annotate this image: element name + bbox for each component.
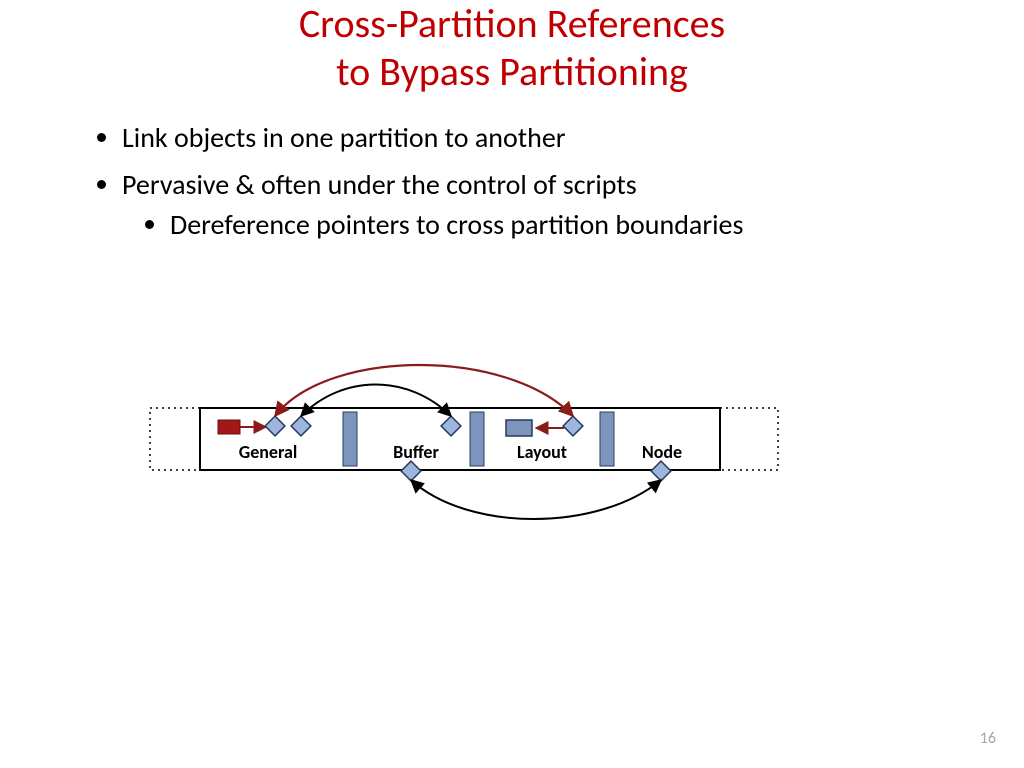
partition-diagram: General Buffer Layout Node bbox=[148, 340, 780, 540]
slide-title: Cross-Partition References to Bypass Par… bbox=[0, 0, 1024, 96]
label-buffer: Buffer bbox=[393, 441, 439, 463]
label-node: Node bbox=[642, 441, 682, 463]
layout-rect-icon bbox=[506, 420, 532, 436]
arc-buffer-node bbox=[411, 480, 661, 519]
separator-icon bbox=[600, 412, 614, 466]
bullet-2-text: Pervasive & often under the control of s… bbox=[122, 167, 637, 202]
bullet-list: Link objects in one partition to another… bbox=[90, 118, 964, 252]
label-layout: Layout bbox=[517, 441, 567, 463]
separator-icon bbox=[470, 412, 484, 466]
bullet-2: Pervasive & often under the control of s… bbox=[122, 165, 964, 246]
separator-icon bbox=[343, 412, 357, 466]
red-object-icon bbox=[218, 420, 240, 434]
bullet-2a: Dereference pointers to cross partition … bbox=[170, 205, 964, 246]
diagram-svg: General Buffer Layout Node bbox=[148, 340, 780, 540]
label-general: General bbox=[239, 441, 298, 463]
title-line-1: Cross-Partition References bbox=[299, 0, 725, 48]
bullet-1: Link objects in one partition to another bbox=[122, 118, 964, 159]
title-line-2: to Bypass Partitioning bbox=[336, 47, 688, 96]
page-number: 16 bbox=[980, 729, 996, 748]
